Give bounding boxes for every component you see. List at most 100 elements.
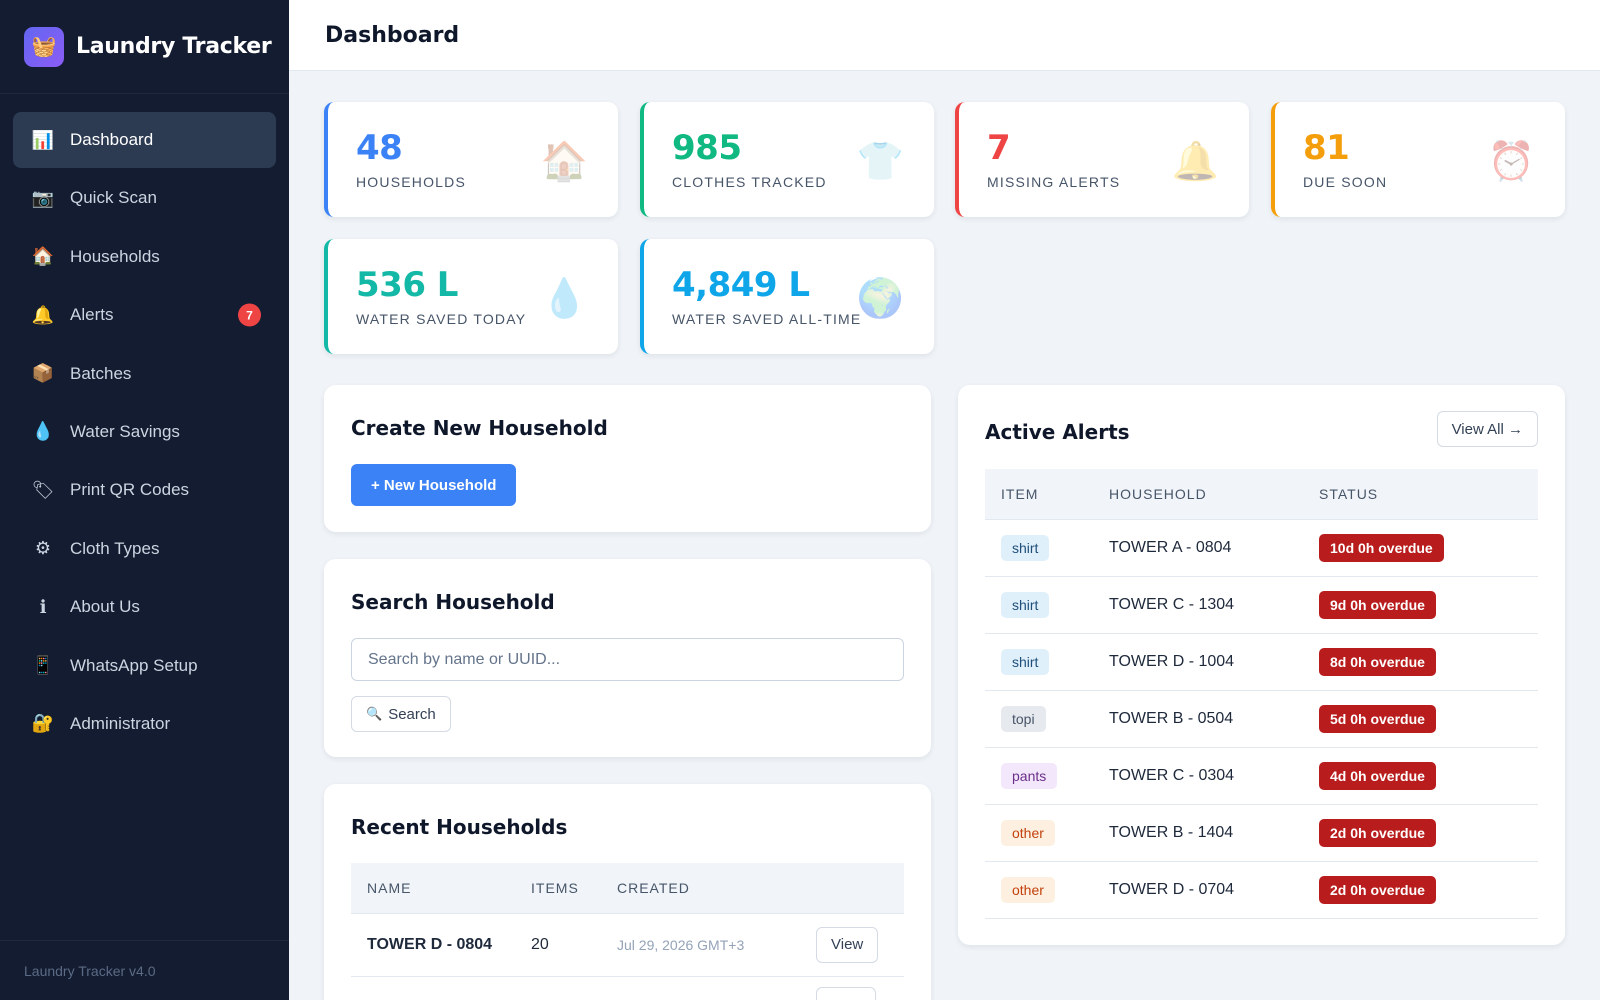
- column-header-created: CREATED: [617, 863, 816, 914]
- stat-card-households[interactable]: 48 Households 🏠: [324, 102, 618, 217]
- panel-title: Search Household: [351, 590, 555, 614]
- water-drop-icon: 💧: [31, 421, 55, 442]
- column-header-status: STATUS: [1319, 469, 1538, 520]
- view-household-button[interactable]: [816, 987, 876, 1000]
- search-input[interactable]: [351, 638, 904, 681]
- column-header-items: ITEMS: [531, 863, 617, 914]
- camera-icon: 📷: [31, 187, 55, 208]
- household-created: Jul 29, 2026 GMT+3: [617, 913, 816, 977]
- item-tag: shirt: [1001, 591, 1050, 618]
- alert-household: TOWER D - 0704: [1109, 861, 1319, 919]
- new-household-button[interactable]: + New Household: [351, 464, 517, 506]
- sidebar-item-households[interactable]: 🏠 Households: [13, 229, 276, 285]
- view-all-alerts-button[interactable]: View All →: [1436, 411, 1538, 447]
- stat-card-due-soon[interactable]: 81 Due Soon ⏰: [1271, 102, 1565, 217]
- sidebar-item-label: Quick Scan: [70, 188, 157, 208]
- item-tag: pants: [1001, 762, 1058, 789]
- recent-households-panel: Recent Households NAME ITEMS CREATED TOW…: [324, 784, 931, 1000]
- house-icon: 🏠: [31, 246, 55, 267]
- item-tag: other: [1001, 876, 1055, 903]
- overdue-badge: 5d 0h overdue: [1319, 704, 1436, 733]
- column-header-actions: [816, 863, 904, 914]
- household-items: 20: [531, 913, 617, 977]
- app-title: Laundry Tracker: [76, 34, 272, 59]
- version-label: Laundry Tracker v4.0: [0, 940, 289, 1000]
- table-row[interactable]: shirt TOWER D - 1004 8d 0h overdue: [985, 633, 1538, 691]
- page-title: Dashboard: [325, 22, 460, 48]
- alert-household: TOWER C - 1304: [1109, 576, 1319, 634]
- item-tag: other: [1001, 819, 1055, 846]
- sidebar-item-about-us[interactable]: ℹ About Us: [13, 579, 276, 635]
- bell-icon: 🔔: [31, 304, 55, 325]
- sidebar-item-batches[interactable]: 📦 Batches: [13, 346, 276, 402]
- sidebar-item-quick-scan[interactable]: 📷 Quick Scan: [13, 170, 276, 226]
- sidebar-item-administrator[interactable]: 🔐 Administrator: [13, 696, 276, 752]
- globe-icon: 🌍: [856, 278, 904, 320]
- gear-icon: ⚙: [34, 538, 52, 559]
- bar-chart-icon: 📊: [31, 129, 55, 150]
- alert-household: TOWER B - 1404: [1109, 804, 1319, 862]
- sidebar-item-print-qr-codes[interactable]: 🏷 Print QR Codes: [13, 462, 276, 518]
- sidebar-nav: 📊 Dashboard 📷 Quick Scan 🏠 Households 🔔 …: [0, 94, 289, 754]
- sidebar-item-label: Dashboard: [70, 130, 154, 149]
- sidebar-item-whatsapp-setup[interactable]: 📱 WhatsApp Setup: [13, 638, 276, 694]
- table-row: [351, 976, 904, 1000]
- panel-title: Active Alerts: [985, 420, 1130, 444]
- sidebar-item-alerts[interactable]: 🔔 Alerts 7: [13, 287, 276, 343]
- stat-card-water-saved-today[interactable]: 536 L Water Saved Today 💧: [324, 239, 618, 354]
- table-row[interactable]: shirt TOWER A - 0804 10d 0h overdue: [985, 519, 1538, 577]
- view-household-button[interactable]: View: [816, 926, 879, 963]
- alert-household: TOWER A - 0804: [1109, 519, 1319, 577]
- table-row[interactable]: other TOWER B - 1404 2d 0h overdue: [985, 804, 1538, 862]
- sidebar-item-label: Alerts: [70, 305, 114, 325]
- search-button[interactable]: 🔍 Search: [351, 696, 451, 732]
- brand[interactable]: 🧺 Laundry Tracker: [0, 0, 289, 94]
- overdue-badge: 8d 0h overdue: [1319, 647, 1436, 676]
- alerts-count-badge: 7: [238, 303, 261, 327]
- table-row[interactable]: shirt TOWER C - 1304 9d 0h overdue: [985, 576, 1538, 634]
- overdue-badge: 2d 0h overdue: [1319, 875, 1436, 904]
- table-cell: [351, 976, 816, 1000]
- sidebar: 🧺 Laundry Tracker 📊 Dashboard 📷 Quick Sc…: [0, 0, 289, 1000]
- sidebar-item-cloth-types[interactable]: ⚙ Cloth Types: [13, 521, 276, 577]
- sidebar-item-label: Print QR Codes: [70, 480, 190, 500]
- active-alerts-table: ITEM HOUSEHOLD STATUS shirt TOWER A - 08…: [985, 469, 1538, 919]
- stat-card-clothes-tracked[interactable]: 985 Clothes Tracked 👕: [640, 102, 934, 217]
- sidebar-item-label: Batches: [70, 363, 132, 383]
- column-header-household: HOUSEHOLD: [1109, 469, 1319, 520]
- water-drop-icon: 💧: [540, 278, 588, 320]
- table-row[interactable]: topi TOWER B - 0504 5d 0h overdue: [985, 690, 1538, 748]
- search-icon: 🔍: [366, 706, 383, 721]
- sidebar-item-label: Cloth Types: [70, 538, 160, 558]
- laundry-basket-icon: 🧺: [24, 26, 64, 67]
- item-tag: shirt: [1001, 648, 1050, 675]
- sidebar-item-water-savings[interactable]: 💧 Water Savings: [13, 404, 276, 460]
- stat-card-missing-alerts[interactable]: 7 Missing Alerts 🔔: [955, 102, 1249, 217]
- shirt-icon: 👕: [856, 141, 904, 183]
- active-alerts-panel: Active Alerts View All → ITEM HOUSEHOLD …: [958, 385, 1565, 945]
- table-row[interactable]: pants TOWER C - 0304 4d 0h overdue: [985, 747, 1538, 805]
- item-tag: shirt: [1001, 534, 1050, 561]
- stat-card-water-saved-all-time[interactable]: 4,849 L Water Saved All-Time 🌍: [640, 239, 934, 354]
- alert-household: TOWER D - 1004: [1109, 633, 1319, 691]
- package-icon: 📦: [31, 363, 55, 384]
- info-icon: ℹ: [39, 596, 47, 617]
- sidebar-item-dashboard[interactable]: 📊 Dashboard: [13, 112, 276, 168]
- alarm-clock-icon: ⏰: [1487, 141, 1535, 183]
- recent-households-table: NAME ITEMS CREATED TOWER D - 0804 20 Jul…: [351, 863, 904, 1000]
- overdue-badge: 4d 0h overdue: [1319, 761, 1436, 790]
- table-row: TOWER D - 0804 20 Jul 29, 2026 GMT+3 Vie…: [351, 913, 904, 977]
- household-name: TOWER D - 0804: [351, 913, 531, 977]
- sidebar-item-label: WhatsApp Setup: [70, 655, 198, 675]
- sidebar-item-label: Administrator: [70, 713, 171, 733]
- column-header-item: ITEM: [985, 469, 1109, 520]
- overdue-badge: 9d 0h overdue: [1319, 590, 1436, 619]
- sidebar-item-label: Households: [70, 246, 160, 266]
- alert-household: TOWER C - 0304: [1109, 747, 1319, 805]
- label-tag-icon: 🏷: [31, 479, 55, 500]
- panel-title: Create New Household: [351, 416, 608, 440]
- overdue-badge: 10d 0h overdue: [1319, 533, 1444, 562]
- bell-icon: 🔔: [1171, 141, 1219, 183]
- table-row[interactable]: other TOWER D - 0704 2d 0h overdue: [985, 861, 1538, 919]
- search-button-label: Search: [388, 705, 436, 723]
